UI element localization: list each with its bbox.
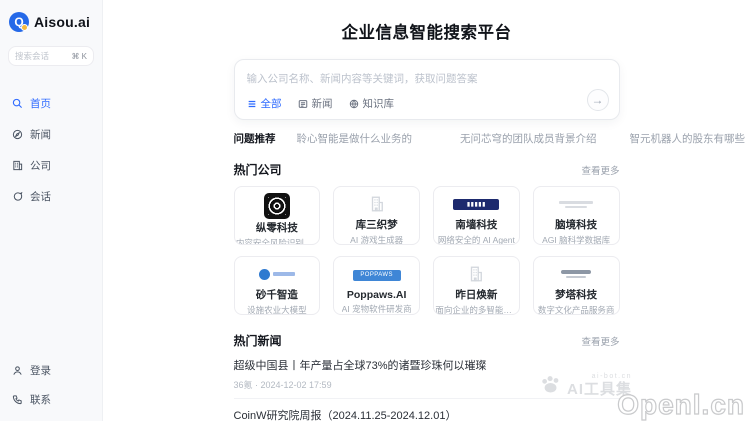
company-name: 南墙科技 [455, 218, 498, 231]
company-logo-placeholder [368, 195, 386, 214]
brand-logo-icon: Q [9, 12, 29, 32]
tab-news[interactable]: 新闻 [298, 96, 333, 111]
main-search-input[interactable] [246, 73, 593, 85]
company-desc: AI 游戏生成器 [350, 234, 404, 244]
chat-bubble-icon [13, 191, 23, 201]
company-card-grid: 纵零科技 内容安全风险识别的 AI … 库三织梦 AI 游戏生成器 ▮▮▮▮▮ … [233, 186, 620, 315]
brand-logo[interactable]: Q Aisou.ai [9, 12, 94, 32]
company-card[interactable]: 脑境科技 AGI 脑科学数据库 [532, 186, 620, 245]
company-name: 昨日焕新 [455, 288, 498, 301]
tab-label: 全部 [260, 98, 282, 110]
company-name: 砂千智造 [255, 288, 298, 301]
company-desc: 网络安全的 AI Agent [437, 234, 515, 244]
openl-watermark: Openl.cn [617, 388, 745, 420]
company-name: 库三织梦 [355, 218, 398, 231]
tab-label: 新闻 [311, 98, 333, 110]
news-row[interactable]: CoinW研究院周报（2024.11.25-2024.12.01） Odaily… [234, 399, 620, 421]
sidebar-item-company[interactable]: 公司 [8, 152, 94, 179]
globe-icon [349, 99, 358, 108]
contact-label: 联系 [30, 394, 51, 406]
building-icon [471, 266, 483, 282]
watermark-site: ai-bot.cn [591, 373, 633, 380]
question-suggestions: 问题推荐 聆心智能是做什么业务的 无问芯穹的团队成员背景介绍 智元机器人的股东有… [233, 131, 746, 146]
company-card[interactable]: 库三织梦 AI 游戏生成器 [333, 186, 420, 245]
building-icon [13, 160, 23, 171]
search-icon [12, 98, 23, 109]
sidebar-search[interactable]: ⌘ K [8, 46, 94, 66]
company-desc: AGI 脑科学数据库 [542, 234, 611, 244]
company-card[interactable]: ▮▮▮▮▮ 南墙科技 网络安全的 AI Agent [433, 186, 520, 245]
suggestion-chip[interactable]: 无问芯穹的团队成员背景介绍 [460, 131, 597, 146]
sidebar-item-label: 首页 [30, 98, 51, 110]
news-headline: CoinW研究院周报（2024.11.25-2024.12.01） [233, 410, 457, 421]
shortcut-hint: ⌘ K [71, 51, 87, 61]
sidebar-item-chat[interactable]: 会话 [8, 183, 94, 210]
building-icon [371, 196, 383, 212]
company-logo [555, 198, 597, 210]
news-view-more-link[interactable]: 查看更多 [581, 334, 619, 348]
suggestions-label: 问题推荐 [233, 133, 276, 145]
company-logo [258, 268, 295, 280]
app-window: Q Aisou.ai ⌘ K 首页 新闻 公司 会话 [0, 0, 750, 421]
hot-news-title: 热门新闻 [233, 334, 282, 348]
user-icon [13, 366, 22, 375]
sidebar-item-label: 会话 [30, 191, 51, 203]
company-card[interactable]: POPPAWS Poppaws.AI AI 宠物软件研发商 [333, 256, 420, 315]
contact-button[interactable]: 联系 [8, 386, 96, 413]
company-card[interactable]: 砂千智造 设施农业大模型 [233, 256, 321, 315]
sidebar-nav: 首页 新闻 公司 会话 [8, 90, 94, 210]
company-desc: AI 宠物软件研发商 [341, 303, 412, 314]
newspaper-icon [298, 99, 307, 108]
compass-icon [12, 129, 23, 140]
list-icon [248, 100, 255, 107]
tab-label: 知识库 [362, 98, 395, 110]
company-card[interactable]: 昨日焕新 面向企业的多智能体技术… [433, 256, 520, 315]
company-logo [263, 193, 290, 219]
company-desc: 设施农业大模型 [247, 304, 307, 314]
sidebar-item-news[interactable]: 新闻 [8, 121, 94, 148]
tab-all[interactable]: 全部 [247, 96, 282, 111]
phone-icon [12, 395, 22, 405]
company-name: Poppaws.AI [346, 288, 407, 301]
search-panel: 全部 新闻 知识库 → [233, 59, 620, 120]
arrow-right-icon: → [591, 93, 604, 107]
main-content: 企业信息智能搜索平台 全部 新闻 知识库 [103, 0, 750, 421]
company-card[interactable]: 梦塔科技 数字文化产品服务商 [532, 256, 620, 315]
company-logo-placeholder [467, 265, 485, 284]
sidebar: Q Aisou.ai ⌘ K 首页 新闻 公司 会话 [0, 0, 103, 421]
suggestion-chip[interactable]: 聆心智能是做什么业务的 [297, 131, 413, 146]
suggestion-chip[interactable]: 智元机器人的股东有哪些 [630, 131, 746, 146]
sidebar-item-label: 公司 [30, 160, 51, 172]
page-title: 企业信息智能搜索平台 [341, 24, 512, 42]
company-logo: POPPAWS [352, 269, 401, 281]
company-card[interactable]: 纵零科技 内容安全风险识别的 AI … [233, 186, 321, 245]
tab-knowledge[interactable]: 知识库 [349, 96, 395, 111]
company-desc: 面向企业的多智能体技术… [435, 304, 517, 314]
sidebar-item-home[interactable]: 首页 [8, 90, 94, 117]
login-label: 登录 [30, 365, 51, 377]
company-logo [555, 268, 597, 280]
hot-companies-title: 热门公司 [233, 163, 282, 177]
sidebar-footer: 登录 联系 [8, 357, 96, 413]
company-logo: ▮▮▮▮▮ [453, 198, 500, 210]
company-desc: 内容安全风险识别的 AI … [235, 238, 318, 244]
news-headline: 超级中国县丨年产量占全球73%的诸暨珍珠何以璀璨 [233, 360, 487, 372]
sidebar-item-label: 新闻 [30, 129, 51, 141]
search-submit-button[interactable]: → [586, 89, 609, 111]
company-name: 梦塔科技 [555, 288, 598, 301]
companies-view-more-link[interactable]: 查看更多 [581, 163, 619, 177]
paw-icon [542, 376, 559, 393]
company-name: 纵零科技 [255, 222, 298, 234]
brand-logo-text: Aisou.ai [34, 14, 91, 30]
sidebar-search-input[interactable] [15, 51, 65, 61]
search-scope-tabs: 全部 新闻 知识库 [247, 96, 395, 111]
company-desc: 数字文化产品服务商 [537, 304, 615, 314]
hot-companies-section: 热门公司 查看更多 纵零科技 内容安全风险识别的 AI … 库三织梦 [233, 161, 620, 315]
company-name: 脑境科技 [555, 218, 598, 231]
login-button[interactable]: 登录 [8, 357, 96, 384]
